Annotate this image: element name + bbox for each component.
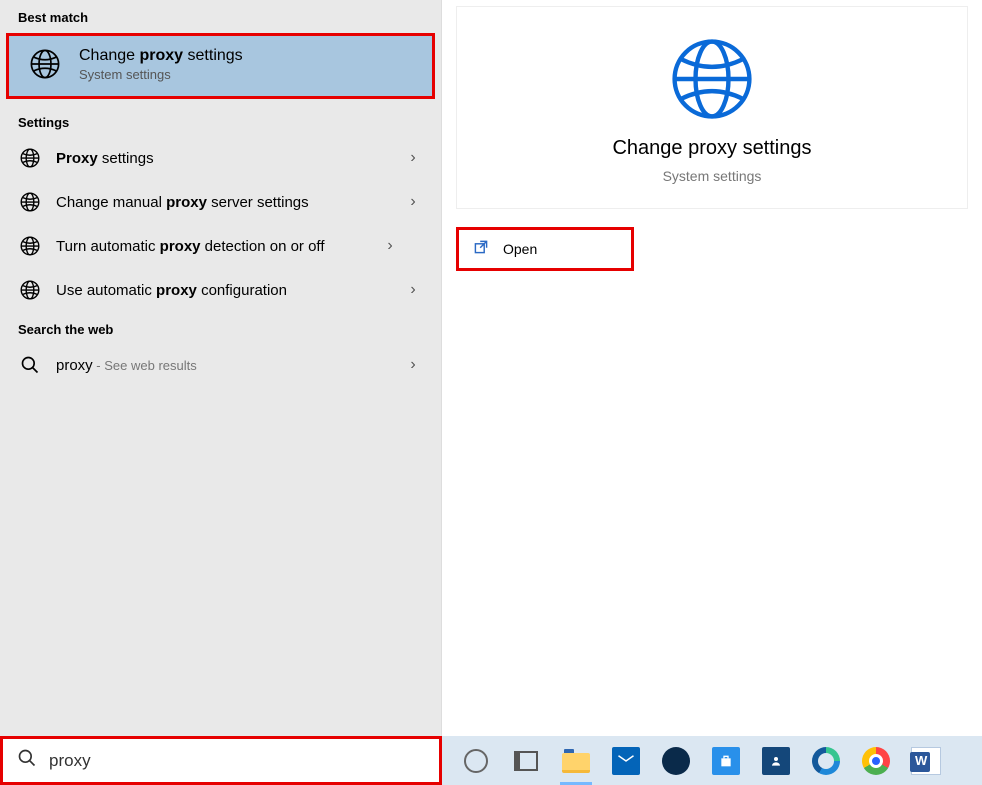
taskbar-mail-icon[interactable] (602, 736, 650, 785)
search-bar[interactable] (0, 736, 442, 785)
section-header-best-match: Best match (0, 0, 441, 31)
taskbar-edge-icon[interactable] (802, 736, 850, 785)
settings-item-label: Turn automatic proxy detection on or off (56, 238, 366, 255)
globe-icon (27, 46, 63, 82)
window-root: Best match Change proxy settings S (0, 0, 982, 785)
text-pre: Use automatic (56, 282, 156, 299)
globe-icon (18, 146, 42, 170)
search-icon (17, 748, 37, 773)
text-pre: Change manual (56, 194, 166, 211)
text-post: settings (98, 150, 154, 167)
text-pre: Change (79, 47, 140, 64)
taskbar-word-icon[interactable] (902, 736, 950, 785)
chevron-right-icon[interactable]: › (403, 193, 423, 211)
best-match-title: Change proxy settings (79, 47, 243, 65)
text-suffix: - See web results (93, 358, 197, 373)
settings-item-proxy-settings[interactable]: Proxy settings › (0, 136, 441, 180)
best-match-texts: Change proxy settings System settings (79, 47, 243, 82)
text-bold: proxy (166, 194, 207, 211)
chevron-right-icon[interactable]: › (403, 149, 423, 167)
detail-card: Change proxy settings System settings (456, 6, 968, 209)
settings-item-label: Use automatic proxy configuration (56, 282, 389, 299)
section-header-settings: Settings (0, 105, 441, 136)
taskbar-store-icon[interactable] (702, 736, 750, 785)
chevron-right-icon[interactable]: › (403, 281, 423, 299)
settings-item-manual-proxy[interactable]: Change manual proxy server settings › (0, 180, 441, 224)
section-header-web: Search the web (0, 312, 441, 343)
globe-icon (18, 190, 42, 214)
taskbar-people-icon[interactable] (752, 736, 800, 785)
text-post: detection on or off (201, 238, 325, 255)
text-bold: proxy (160, 238, 201, 255)
taskbar-dell-icon[interactable] (652, 736, 700, 785)
text-post: server settings (207, 194, 309, 211)
taskbar-chrome-icon[interactable] (852, 736, 900, 785)
text-bold: proxy (156, 282, 197, 299)
settings-item-label: Proxy settings (56, 150, 389, 167)
detail-pane: Change proxy settings System settings Op… (442, 0, 982, 736)
globe-icon (668, 35, 756, 123)
best-match-subtitle: System settings (79, 67, 243, 82)
globe-icon (18, 278, 42, 302)
best-match-item[interactable]: Change proxy settings System settings (6, 33, 435, 99)
taskbar-file-explorer-icon[interactable] (552, 736, 600, 785)
open-button[interactable]: Open (456, 227, 634, 271)
text-bold: proxy (140, 47, 184, 64)
settings-item-auto-detection[interactable]: Turn automatic proxy detection on or off… (0, 224, 441, 268)
search-input[interactable] (49, 751, 425, 771)
chevron-right-icon[interactable]: › (380, 237, 400, 255)
text-post: configuration (197, 282, 287, 299)
taskbar-cortana-icon[interactable] (452, 736, 500, 785)
chevron-right-icon[interactable]: › (403, 356, 423, 374)
detail-subtitle: System settings (663, 168, 762, 184)
main-area: Best match Change proxy settings S (0, 0, 982, 736)
settings-item-auto-config[interactable]: Use automatic proxy configuration › (0, 268, 441, 312)
detail-title: Change proxy settings (612, 137, 811, 160)
web-result-label: proxy - See web results (56, 357, 389, 374)
bottom-bar (0, 736, 982, 785)
search-icon (18, 353, 42, 377)
results-pane: Best match Change proxy settings S (0, 0, 442, 736)
taskbar (442, 736, 982, 785)
taskbar-taskview-icon[interactable] (502, 736, 550, 785)
web-result-item[interactable]: proxy - See web results › (0, 343, 441, 387)
text-pre: Turn automatic (56, 238, 160, 255)
globe-icon (18, 234, 42, 258)
text-bold: Proxy (56, 150, 98, 167)
open-button-label: Open (503, 241, 537, 257)
text-term: proxy (56, 357, 93, 374)
open-external-icon (473, 239, 489, 259)
settings-item-label: Change manual proxy server settings (56, 194, 389, 211)
text-post: settings (183, 47, 243, 64)
